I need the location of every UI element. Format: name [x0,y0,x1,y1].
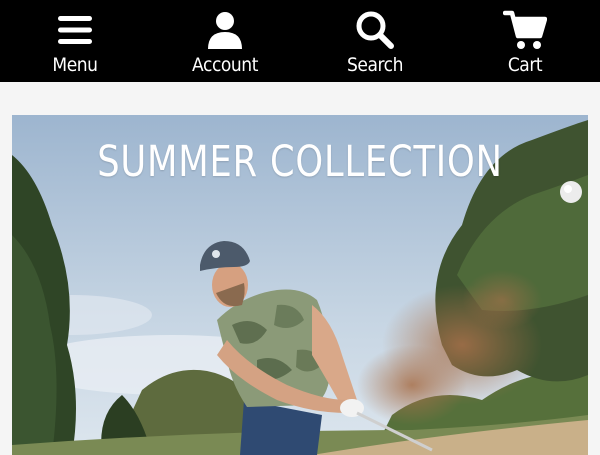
account-button[interactable]: Account [150,0,300,82]
cart-button[interactable]: Cart [450,0,600,82]
search-button[interactable]: Search [300,0,450,82]
cart-label: Cart [507,54,543,76]
search-icon [356,11,394,49]
account-label: Account [192,54,258,76]
page-content: SUMMER COLLECTION [0,82,600,455]
banner-title: SUMMER COLLECTION [97,137,503,187]
hamburger-menu-icon [58,16,92,44]
summer-collection-banner[interactable]: SUMMER COLLECTION [12,115,588,455]
menu-label: Menu [52,54,98,76]
user-icon [208,12,242,49]
top-navigation-bar: Menu Account Search Cart [0,0,600,82]
search-label: Search [346,54,404,76]
shopping-cart-icon [503,10,547,49]
menu-button[interactable]: Menu [0,0,150,82]
